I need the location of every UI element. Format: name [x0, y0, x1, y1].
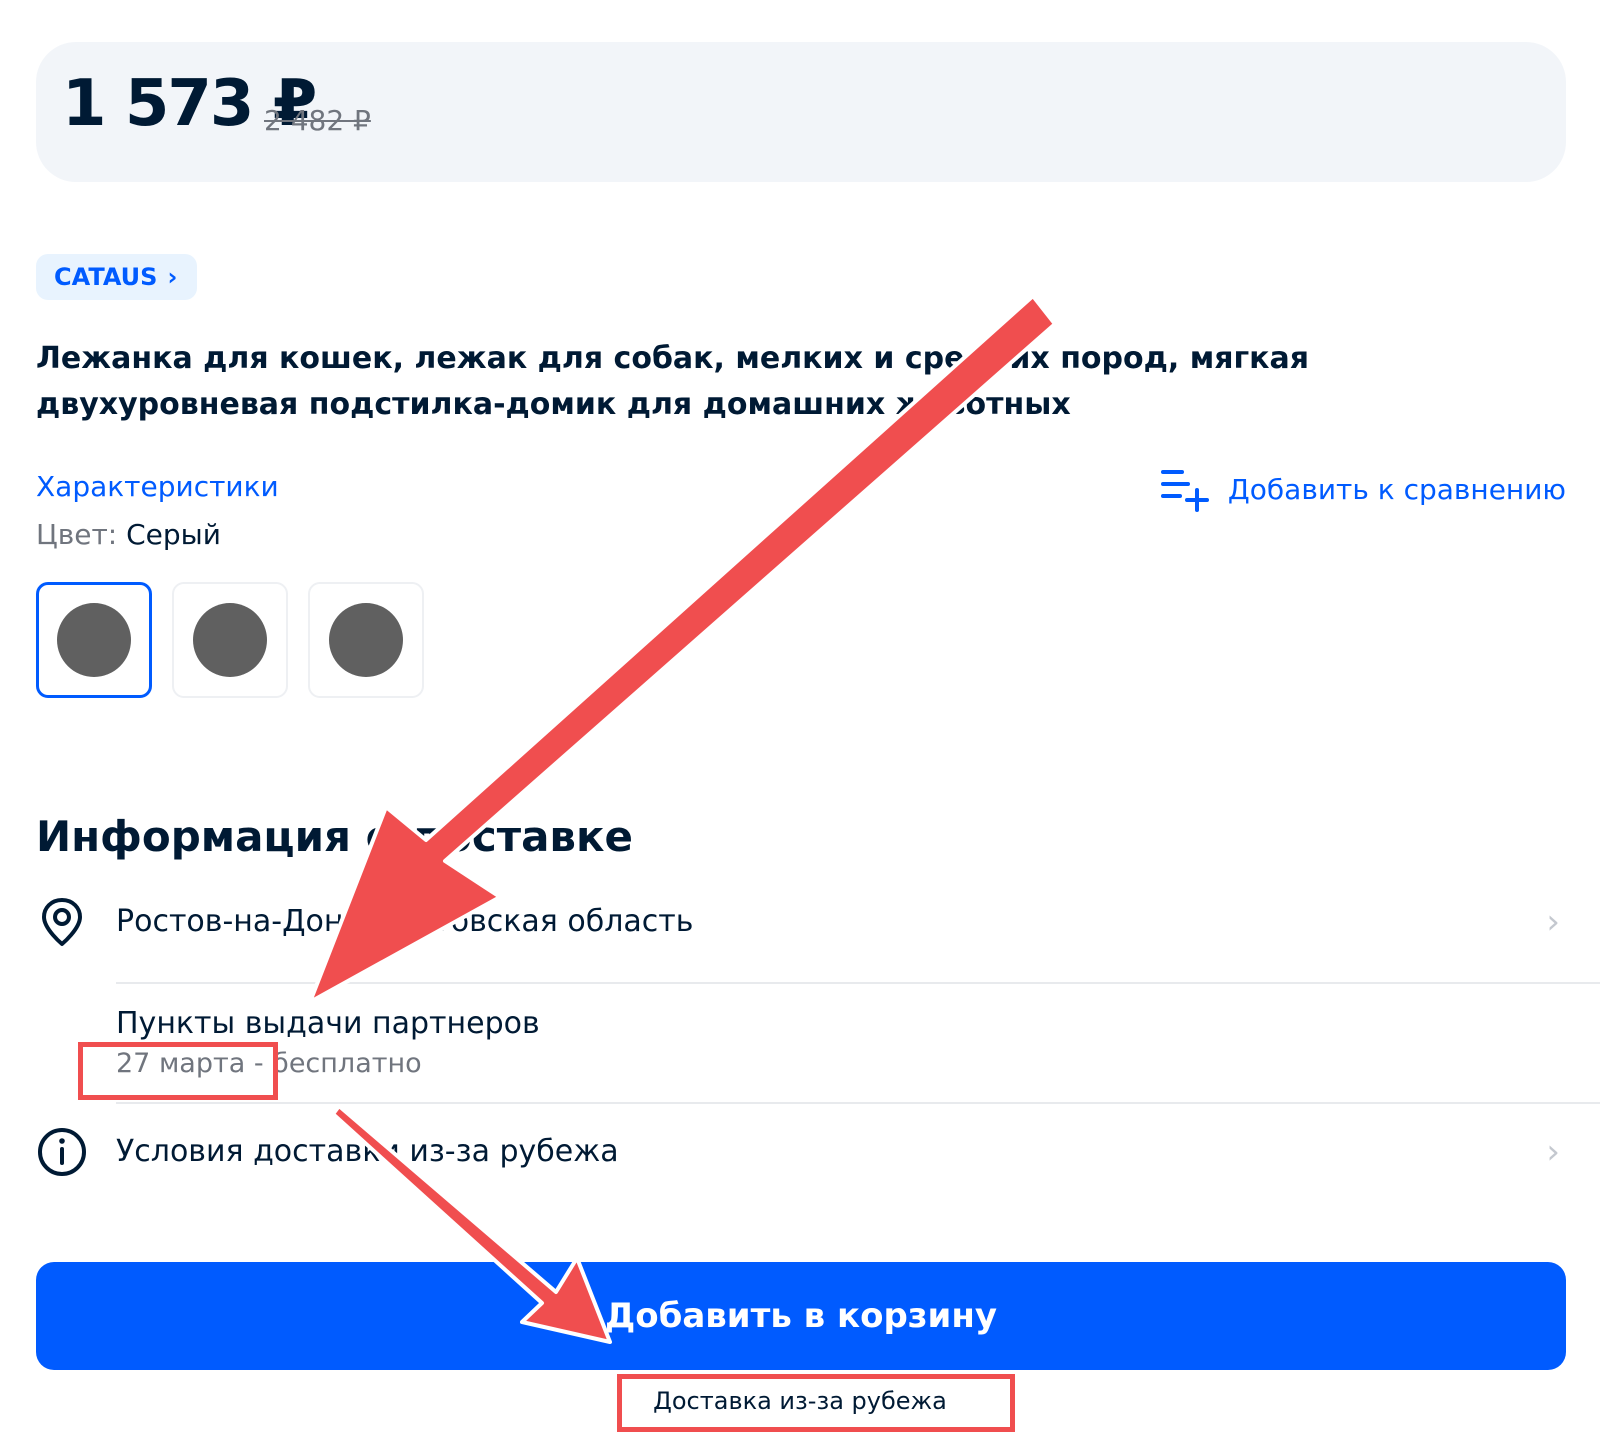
chevron-right-icon: ›	[1546, 902, 1560, 942]
chevron-right-icon: ›	[167, 263, 178, 291]
color-swatch[interactable]	[172, 582, 288, 698]
compare-label: Добавить к сравнению	[1227, 472, 1566, 506]
specs-link[interactable]: Характеристики	[36, 470, 279, 503]
abroad-terms: Условия доставки из-за рубежа	[116, 1134, 619, 1169]
color-value: Серый	[126, 518, 221, 551]
pickup-title[interactable]: Пункты выдачи партнеров	[116, 1006, 540, 1041]
color-swatches	[36, 582, 424, 698]
divider	[116, 982, 1600, 984]
add-to-compare-button[interactable]: Добавить к сравнению	[1160, 466, 1566, 512]
swatch-dot	[193, 603, 267, 677]
old-price: 2 482 ₽	[264, 104, 371, 137]
annotation-highlight-box	[617, 1374, 1015, 1432]
annotation-highlight-box	[78, 1042, 278, 1100]
compare-list-add-icon	[1160, 470, 1209, 512]
color-label: Цвет:	[36, 518, 118, 551]
brand-name: CATAUS	[54, 263, 158, 291]
delivery-location-row[interactable]: Ростов-на-Дону, Ростовская область ›	[0, 892, 1600, 952]
delivery-title: Информация о доставке	[36, 812, 633, 861]
location-pin-icon	[42, 898, 82, 946]
chevron-right-icon: ›	[1546, 1132, 1560, 1172]
annotation-arrows	[308, 294, 1057, 1344]
brand-link[interactable]: CATAUS ›	[36, 254, 198, 300]
swatch-dot	[329, 603, 403, 677]
color-swatch[interactable]	[308, 582, 424, 698]
product-title: Лежанка для кошек, лежак для собак, мелк…	[36, 341, 1310, 422]
swatch-dot	[57, 603, 131, 677]
delivery-location: Ростов-на-Дону, Ростовская область	[116, 904, 694, 939]
color-info: Цвет: Серый	[36, 518, 221, 551]
divider	[116, 1102, 1600, 1104]
color-swatch[interactable]	[36, 582, 152, 698]
add-to-cart-button[interactable]: Добавить в корзину	[36, 1262, 1566, 1370]
info-icon	[38, 1128, 86, 1176]
abroad-terms-row[interactable]: Условия доставки из-за рубежа ›	[0, 1122, 1600, 1182]
